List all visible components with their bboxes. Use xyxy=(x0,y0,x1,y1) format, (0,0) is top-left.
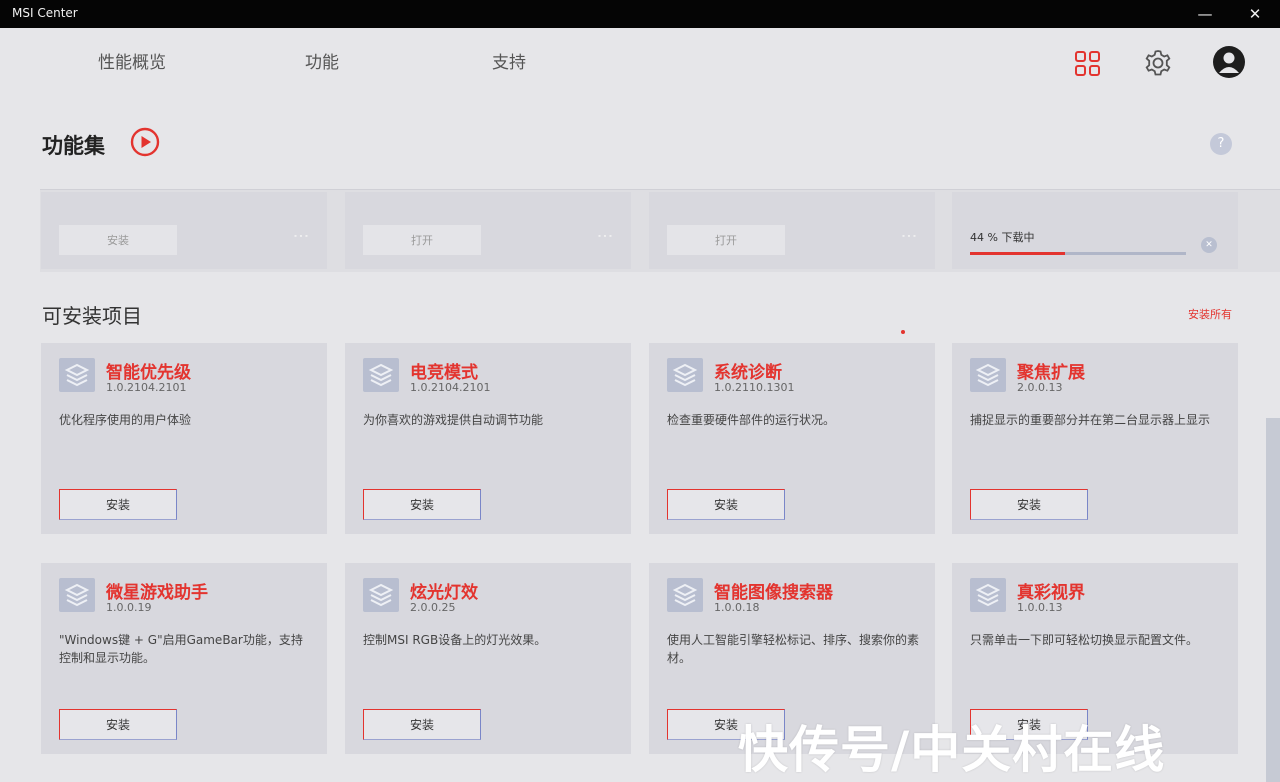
gear-icon[interactable] xyxy=(1143,48,1173,78)
feature-version: 1.0.2110.1301 xyxy=(714,381,795,394)
more-options-icon[interactable]: ⋮ xyxy=(292,228,311,242)
feature-name: 电竞模式 xyxy=(410,363,478,383)
feature-description: 捕捉显示的重要部分并在第二台显示器上显示 xyxy=(970,413,1211,427)
play-video-icon[interactable] xyxy=(130,127,160,157)
feature-description: 使用人工智能引擎轻松标记、排序、搜索你的素材。 xyxy=(667,633,920,665)
feature-version: 1.0.0.19 xyxy=(106,601,152,614)
close-button[interactable]: ✕ xyxy=(1240,3,1270,25)
package-icon xyxy=(59,358,95,392)
available-items-title: 可安装项目 xyxy=(42,304,142,328)
page-title: 功能集 xyxy=(42,134,105,158)
minimize-button[interactable]: — xyxy=(1190,3,1220,25)
feature-name: 微星游戏助手 xyxy=(106,583,208,603)
package-icon xyxy=(970,358,1006,392)
installed-card: 打开 ⋮ xyxy=(345,192,631,269)
tab-support[interactable]: 支持 xyxy=(492,48,526,73)
avatar[interactable] xyxy=(1212,45,1246,79)
watermark: 快传号/中关村在线 xyxy=(738,721,1166,779)
feature-description: 控制MSI RGB设备上的灯光效果。 xyxy=(363,633,547,647)
feature-version: 1.0.2104.2101 xyxy=(410,381,491,394)
install-all-link[interactable]: 安装所有 xyxy=(1188,306,1232,322)
download-progress-label: 44 % 下载中 xyxy=(970,231,1035,244)
tab-features[interactable]: 功能 xyxy=(305,48,339,73)
feature-version: 2.0.0.25 xyxy=(410,601,456,614)
feature-description: 为你喜欢的游戏提供自动调节功能 xyxy=(363,413,544,427)
install-button[interactable]: 安装 xyxy=(363,489,481,520)
install-button[interactable]: 安装 xyxy=(59,225,177,255)
vertical-scrollbar[interactable] xyxy=(1266,418,1280,782)
feature-description: 只需单击一下即可轻松切换显示配置文件。 xyxy=(970,633,1199,647)
feature-name: 智能优先级 xyxy=(106,363,191,383)
install-button[interactable]: 安装 xyxy=(59,489,177,520)
help-icon[interactable]: ? xyxy=(1210,133,1232,155)
feature-card: 炫光灯效 2.0.0.25 控制MSI RGB设备上的灯光效果。 安装 xyxy=(345,563,631,754)
cancel-download-icon[interactable]: ✕ xyxy=(1201,237,1217,253)
tab-performance-overview[interactable]: 性能概览 xyxy=(98,48,166,73)
title-bar: MSI Center — ✕ xyxy=(0,0,1280,28)
feature-name: 系统诊断 xyxy=(714,363,782,383)
install-button[interactable]: 安装 xyxy=(667,489,785,520)
feature-card: 微星游戏助手 1.0.0.19 "Windows键 + G"启用GameBar功… xyxy=(41,563,327,754)
feature-description: 优化程序使用的用户体验 xyxy=(59,413,192,427)
package-icon xyxy=(667,358,703,392)
package-icon xyxy=(363,358,399,392)
download-progress-bar xyxy=(970,252,1186,255)
feature-name: 智能图像搜索器 xyxy=(714,583,833,603)
app-title: MSI Center xyxy=(12,6,78,20)
feature-card: 系统诊断 1.0.2110.1301 检查重要硬件部件的运行状况。 安装 xyxy=(649,343,935,534)
installed-card: 打开 ⋮ xyxy=(649,192,935,269)
feature-card: 电竞模式 1.0.2104.2101 为你喜欢的游戏提供自动调节功能 安装 xyxy=(345,343,631,534)
download-progress-fill xyxy=(970,252,1066,255)
feature-name: 聚焦扩展 xyxy=(1017,363,1085,383)
feature-card: 智能优先级 1.0.2104.2101 优化程序使用的用户体验 安装 xyxy=(41,343,327,534)
more-options-icon[interactable]: ⋮ xyxy=(900,228,919,242)
open-button[interactable]: 打开 xyxy=(667,225,785,255)
package-icon xyxy=(667,578,703,612)
open-button[interactable]: 打开 xyxy=(363,225,481,255)
apps-grid-icon[interactable] xyxy=(1074,50,1101,77)
feature-name: 炫光灯效 xyxy=(410,583,478,603)
installed-card: 安装 ⋮ xyxy=(41,192,327,269)
feature-description: 检查重要硬件部件的运行状况。 xyxy=(667,413,836,427)
feature-card: 聚焦扩展 2.0.0.13 捕捉显示的重要部分并在第二台显示器上显示 安装 xyxy=(952,343,1238,534)
red-dot-marker xyxy=(901,330,905,334)
install-button[interactable]: 安装 xyxy=(970,489,1088,520)
install-button[interactable]: 安装 xyxy=(59,709,177,740)
feature-name: 真彩视界 xyxy=(1017,583,1085,603)
feature-version: 1.0.0.18 xyxy=(714,601,760,614)
install-button[interactable]: 安装 xyxy=(363,709,481,740)
downloading-card: 44 % 下载中 ✕ xyxy=(952,192,1238,269)
feature-version: 1.0.2104.2101 xyxy=(106,381,187,394)
package-icon xyxy=(970,578,1006,612)
more-options-icon[interactable]: ⋮ xyxy=(596,228,615,242)
feature-version: 2.0.0.13 xyxy=(1017,381,1063,394)
feature-description: "Windows键 + G"启用GameBar功能，支持控制和显示功能。 xyxy=(59,633,303,665)
package-icon xyxy=(59,578,95,612)
package-icon xyxy=(363,578,399,612)
feature-version: 1.0.0.13 xyxy=(1017,601,1063,614)
